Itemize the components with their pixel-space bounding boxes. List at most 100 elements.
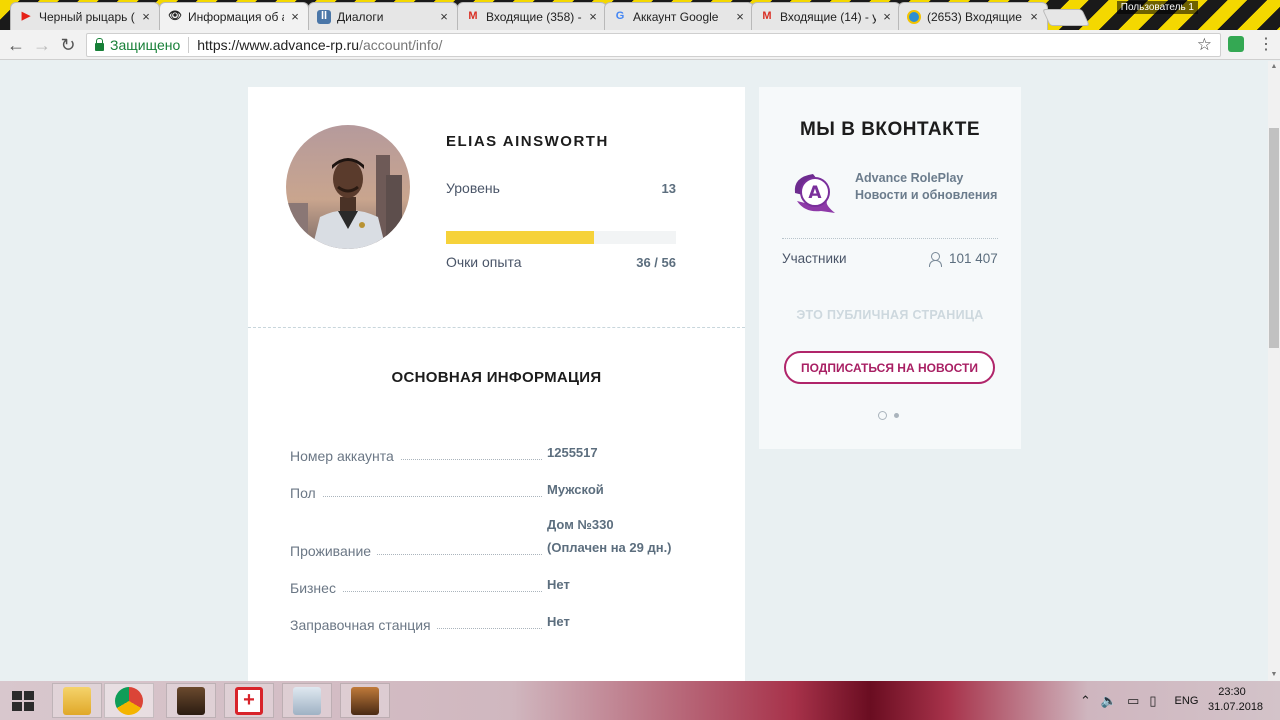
clock[interactable]: 23:30 31.07.2018 bbox=[1208, 685, 1264, 715]
tab-title: Диалоги bbox=[337, 9, 384, 24]
members-label: Участники bbox=[782, 251, 847, 266]
tab-title: Информация об а bbox=[188, 9, 284, 24]
members-count-value: 101 407 bbox=[949, 251, 998, 266]
speaker-icon[interactable]: 🔈 bbox=[1101, 693, 1117, 709]
close-icon[interactable]: × bbox=[139, 9, 153, 24]
tab-title: Аккаунт Google bbox=[633, 9, 719, 24]
info-row-residence: Проживание Дом №330 (Оплачен на 29 дн.) bbox=[290, 497, 690, 559]
info-row-account-number: Номер аккаунта 1255517 bbox=[290, 424, 690, 464]
chevron-up-icon[interactable]: ⌃ bbox=[1080, 693, 1091, 709]
info-label: Бизнес bbox=[290, 580, 342, 596]
close-icon[interactable]: × bbox=[437, 9, 451, 24]
tab-title: Входящие (14) - у bbox=[780, 9, 876, 24]
gmail-icon: M bbox=[762, 10, 772, 22]
close-window-button[interactable] bbox=[1253, 0, 1280, 22]
back-arrow-icon[interactable]: ← bbox=[6, 35, 26, 55]
scroll-thumb[interactable] bbox=[1269, 128, 1279, 348]
info-value: Дом №330 (Оплачен на 29 дн.) bbox=[547, 513, 707, 559]
tab-account-info[interactable]: 👁 Информация об а × bbox=[159, 2, 309, 30]
monitor-icon[interactable] bbox=[282, 683, 332, 718]
divider bbox=[188, 37, 190, 53]
vk-widget-title: МЫ В ВКОНТАКТЕ bbox=[799, 119, 980, 140]
dotted-leader bbox=[290, 496, 542, 497]
new-tab-button[interactable] bbox=[1042, 9, 1090, 26]
pager-dot-active[interactable] bbox=[878, 411, 887, 420]
dotted-divider bbox=[782, 238, 998, 239]
close-icon[interactable]: × bbox=[880, 9, 894, 24]
members-count[interactable]: 101 407 bbox=[929, 251, 998, 267]
red-cross-icon[interactable]: + bbox=[224, 683, 274, 718]
page-scrollbar[interactable]: ▲ ▼ bbox=[1268, 61, 1280, 681]
tab-title: Входящие (358) - bbox=[486, 9, 582, 24]
tab-strip: ▶ Черный рыцарь ( × 👁 Информация об а × … bbox=[0, 0, 1280, 30]
address-bar[interactable]: Защищено https://www.advance-rp.ru /acco… bbox=[86, 33, 1221, 57]
maximize-button[interactable] bbox=[1227, 0, 1254, 22]
tab-gmail-358[interactable]: M Входящие (358) - × bbox=[457, 2, 607, 30]
tab-inbox-2653[interactable]: (2653) Входящие × bbox=[898, 2, 1048, 30]
info-row-gas-station: Заправочная станция Нет bbox=[290, 593, 690, 633]
advance-logo-icon[interactable]: A bbox=[791, 171, 841, 215]
tab-youtube[interactable]: ▶ Черный рыцарь ( × bbox=[10, 2, 160, 30]
tab-gmail-14[interactable]: M Входящие (14) - у × bbox=[751, 2, 901, 30]
bookmark-star-icon[interactable]: ☆ bbox=[1197, 35, 1212, 55]
xp-label: Очки опыта bbox=[446, 254, 522, 270]
eye-icon: 👁 bbox=[168, 10, 182, 22]
url-path: /account/info/ bbox=[359, 37, 443, 53]
info-label: Пол bbox=[290, 485, 322, 501]
windows-start-icon[interactable] bbox=[12, 691, 34, 711]
pager-dot[interactable] bbox=[894, 413, 899, 418]
info-row-gender: Пол Мужской bbox=[290, 461, 690, 501]
close-icon[interactable]: × bbox=[1027, 9, 1041, 24]
reload-icon[interactable]: ↻ bbox=[58, 35, 78, 55]
carousel-pager bbox=[878, 411, 899, 420]
player-name: ELIAS AINSWORTH bbox=[446, 133, 609, 150]
vk-group-subtitle: Новости и обновления bbox=[855, 188, 998, 202]
profile-card: ELIAS AINSWORTH Уровень 13 Очки опыта 36… bbox=[248, 87, 745, 681]
page-content: ELIAS AINSWORTH Уровень 13 Очки опыта 36… bbox=[0, 61, 1268, 681]
vk-group-name[interactable]: Advance RolePlay bbox=[855, 171, 963, 185]
info-value: Нет bbox=[547, 610, 707, 633]
menu-icon[interactable]: ⋮ bbox=[1258, 34, 1274, 56]
info-label: Проживание bbox=[290, 543, 378, 559]
tab-dialogs[interactable]: ll Диалоги × bbox=[308, 2, 458, 30]
close-icon[interactable]: × bbox=[288, 9, 302, 24]
system-tray: ⌃ 🔈 ▭ ▯ ENG bbox=[1080, 681, 1198, 720]
chat-icon bbox=[907, 9, 921, 24]
person-icon bbox=[929, 251, 942, 267]
level-label: Уровень bbox=[446, 180, 500, 196]
window-controls bbox=[1200, 0, 1280, 22]
tab-title: (2653) Входящие bbox=[927, 9, 1022, 24]
tab-google-account[interactable]: G Аккаунт Google × bbox=[604, 2, 754, 30]
game-icon[interactable] bbox=[340, 683, 390, 718]
section-divider bbox=[248, 327, 745, 328]
public-page-note: ЭТО ПУБЛИЧНАЯ СТРАНИЦА bbox=[796, 308, 984, 322]
scroll-up-icon[interactable]: ▲ bbox=[1270, 63, 1278, 71]
scroll-down-icon[interactable]: ▼ bbox=[1270, 671, 1278, 679]
network-icon[interactable]: ▭ bbox=[1127, 693, 1139, 709]
chrome-icon[interactable] bbox=[104, 683, 154, 718]
file-explorer-icon[interactable] bbox=[52, 683, 102, 718]
forward-arrow-icon[interactable]: → bbox=[32, 35, 52, 55]
game-icon[interactable] bbox=[166, 683, 216, 718]
taskbar: + ⌃ 🔈 ▭ ▯ ENG 23:30 31.07.2018 bbox=[0, 681, 1280, 720]
youtube-icon: ▶ bbox=[21, 10, 31, 22]
subscribe-button[interactable]: ПОДПИСАТЬСЯ НА НОВОСТИ bbox=[784, 351, 995, 384]
lock-icon bbox=[95, 37, 104, 51]
value-line: Нет bbox=[547, 577, 570, 592]
extension-icon[interactable] bbox=[1228, 36, 1244, 52]
info-row-business: Бизнес Нет bbox=[290, 556, 690, 596]
notification-icon[interactable]: ▯ bbox=[1149, 693, 1156, 709]
close-icon[interactable]: × bbox=[586, 9, 600, 24]
info-label: Номер аккаунта bbox=[290, 448, 400, 464]
language-indicator[interactable]: ENG bbox=[1175, 695, 1199, 707]
profile-badge[interactable]: Пользователь 1 bbox=[1116, 1, 1198, 14]
minimize-button[interactable] bbox=[1200, 0, 1227, 22]
clock-date: 31.07.2018 bbox=[1208, 701, 1264, 713]
google-icon: G bbox=[615, 10, 625, 22]
gmail-icon: M bbox=[468, 10, 478, 22]
xp-value: 36 / 56 bbox=[636, 255, 676, 270]
level-value: 13 bbox=[661, 181, 676, 196]
section-title: ОСНОВНАЯ ИНФОРМАЦИЯ bbox=[391, 369, 602, 386]
close-icon[interactable]: × bbox=[733, 9, 747, 24]
url-host: https://www.advance-rp.ru bbox=[197, 37, 360, 53]
